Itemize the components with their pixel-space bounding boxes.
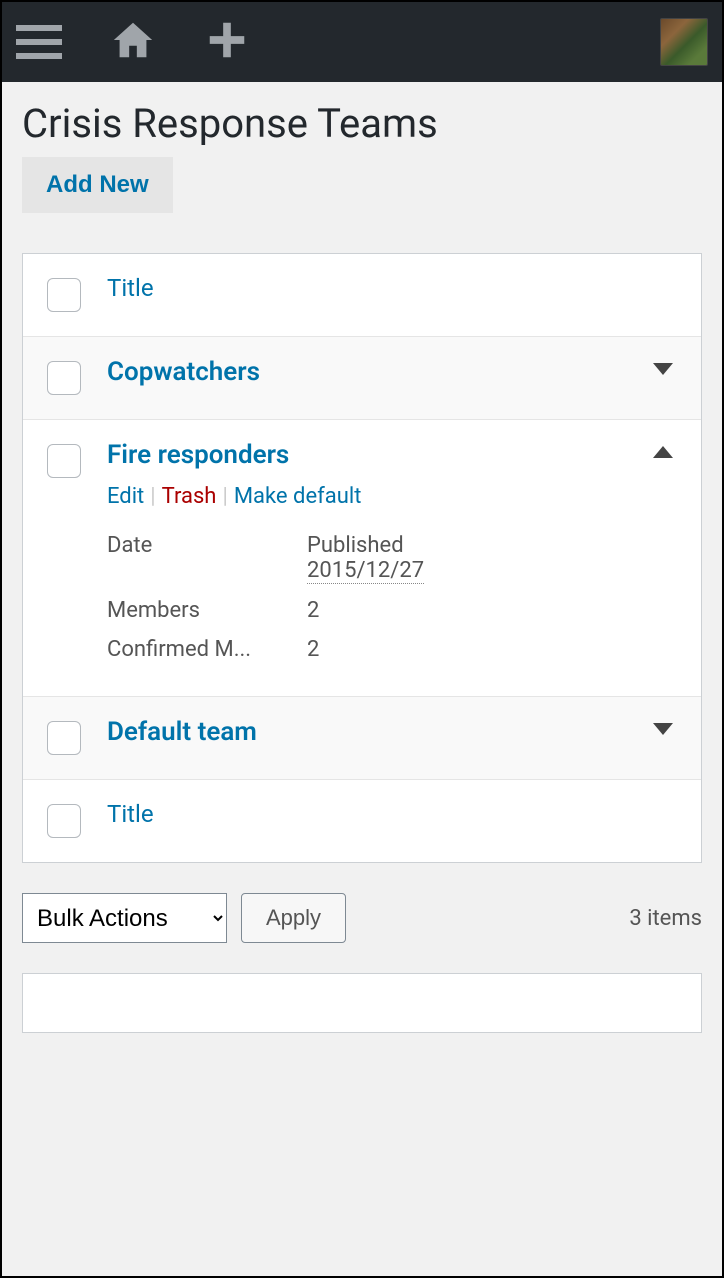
avatar[interactable] bbox=[660, 18, 708, 66]
apply-button[interactable]: Apply bbox=[241, 893, 346, 943]
table-row: Copwatchers bbox=[23, 336, 701, 419]
item-count: 3 items bbox=[629, 906, 702, 931]
make-default-link[interactable]: Make default bbox=[234, 484, 362, 509]
expand-toggle-icon[interactable] bbox=[653, 363, 673, 375]
detail-members-label: Members bbox=[107, 598, 307, 623]
column-title-footer[interactable]: Title bbox=[107, 800, 154, 828]
teams-table: Title Copwatchers Fire responders Edit|T… bbox=[22, 253, 702, 863]
row-title-link[interactable]: Copwatchers bbox=[107, 357, 260, 387]
bulk-actions-select[interactable]: Bulk Actions bbox=[22, 893, 227, 943]
row-details: Date Published 2015/12/27 Members 2 Conf… bbox=[107, 533, 677, 662]
row-title-link[interactable]: Fire responders bbox=[107, 440, 289, 470]
menu-icon[interactable] bbox=[16, 25, 62, 59]
admin-toolbar bbox=[2, 2, 722, 82]
row-actions: Edit|Trash|Make default bbox=[107, 484, 677, 509]
select-all-checkbox-bottom[interactable] bbox=[47, 804, 81, 838]
table-row: Fire responders Edit|Trash|Make default … bbox=[23, 419, 701, 696]
row-checkbox[interactable] bbox=[47, 361, 81, 395]
row-title-link[interactable]: Default team bbox=[107, 717, 257, 747]
add-new-icon[interactable] bbox=[204, 17, 250, 67]
detail-date-value: 2015/12/27 bbox=[307, 558, 424, 584]
detail-confirmed-label: Confirmed M... bbox=[107, 637, 307, 662]
select-all-checkbox[interactable] bbox=[47, 278, 81, 312]
expand-toggle-icon[interactable] bbox=[653, 723, 673, 735]
detail-date-label: Date bbox=[107, 533, 307, 584]
add-new-button[interactable]: Add New bbox=[22, 157, 173, 213]
row-checkbox[interactable] bbox=[47, 444, 81, 478]
collapse-toggle-icon[interactable] bbox=[653, 446, 673, 458]
table-footer-row: Title bbox=[23, 779, 701, 862]
detail-date-status: Published bbox=[307, 533, 404, 558]
edit-link[interactable]: Edit bbox=[107, 484, 144, 509]
column-title-header[interactable]: Title bbox=[107, 274, 154, 302]
detail-confirmed-value: 2 bbox=[307, 637, 677, 662]
row-checkbox[interactable] bbox=[47, 721, 81, 755]
bottom-panel bbox=[22, 973, 702, 1033]
trash-link[interactable]: Trash bbox=[162, 484, 217, 509]
table-header-row: Title bbox=[23, 254, 701, 336]
page-title: Crisis Response Teams bbox=[22, 100, 438, 147]
table-nav: Bulk Actions Apply 3 items bbox=[2, 863, 722, 973]
home-icon[interactable] bbox=[110, 17, 156, 67]
table-row: Default team bbox=[23, 696, 701, 779]
detail-members-value: 2 bbox=[307, 598, 677, 623]
